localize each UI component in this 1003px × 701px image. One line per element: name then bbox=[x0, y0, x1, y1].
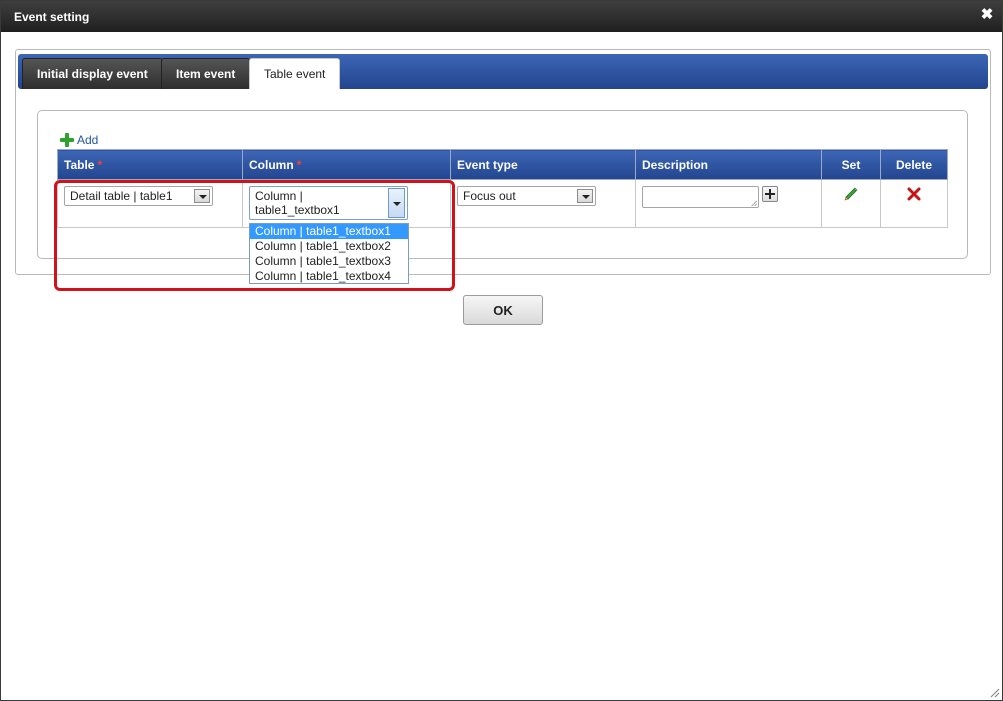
table-select[interactable]: Detail table | table1 bbox=[64, 186, 213, 206]
resize-grip-icon[interactable] bbox=[988, 686, 1000, 698]
cell-delete bbox=[880, 179, 948, 228]
table-header-row: Table * Column * Event type Description Se… bbox=[57, 149, 948, 180]
required-marker: * bbox=[296, 157, 302, 172]
cell-description bbox=[635, 179, 822, 228]
add-button[interactable]: Add bbox=[60, 133, 98, 147]
event-type-select[interactable]: Focus out bbox=[457, 186, 596, 206]
delete-icon[interactable] bbox=[906, 186, 922, 202]
expand-plus-icon[interactable] bbox=[762, 186, 778, 202]
column-dropdown-list: Column | table1_textbox1 Column | table1… bbox=[249, 223, 409, 284]
event-table: Table * Column * Event type Description Se… bbox=[57, 149, 948, 228]
cell-column: Column | table1_textbox1 bbox=[242, 179, 451, 228]
dropdown-option[interactable]: Column | table1_textbox4 bbox=[250, 269, 408, 284]
ok-button[interactable]: OK bbox=[463, 295, 543, 325]
table-select-value: Detail table | table1 bbox=[70, 189, 173, 203]
event-type-select-value: Focus out bbox=[463, 189, 516, 203]
chevron-down-icon[interactable] bbox=[194, 189, 210, 203]
dropdown-option[interactable]: Column | table1_textbox2 bbox=[250, 239, 408, 254]
tab-item-event[interactable]: Item event bbox=[161, 58, 251, 89]
chevron-down-icon[interactable] bbox=[388, 188, 405, 218]
pencil-icon[interactable] bbox=[843, 186, 859, 202]
table-row: Detail table | table1 Column | table1_te… bbox=[57, 179, 948, 228]
close-icon[interactable]: ✖ bbox=[980, 7, 994, 22]
cell-set bbox=[821, 179, 881, 228]
table-event-panel: Add Table * Column * Event type Descript… bbox=[37, 110, 968, 259]
required-marker: * bbox=[97, 157, 103, 172]
dropdown-option[interactable]: Column | table1_textbox3 bbox=[250, 254, 408, 269]
tab-panel: Initial display event Item event Table e… bbox=[15, 49, 991, 275]
plus-icon bbox=[60, 133, 74, 147]
tab-bar: Initial display event Item event Table e… bbox=[18, 54, 988, 89]
header-description: Description bbox=[635, 149, 822, 180]
header-table: Table * bbox=[57, 149, 243, 180]
dropdown-option[interactable]: Column | table1_textbox1 bbox=[250, 224, 408, 239]
tab-initial-display-event[interactable]: Initial display event bbox=[22, 58, 163, 89]
add-label: Add bbox=[77, 133, 99, 147]
description-input[interactable] bbox=[642, 186, 759, 208]
cell-event-type: Focus out bbox=[450, 179, 636, 228]
tab-table-event[interactable]: Table event bbox=[249, 58, 341, 89]
dialog-title: Event setting bbox=[14, 10, 90, 24]
cell-table: Detail table | table1 bbox=[57, 179, 243, 228]
header-delete: Delete bbox=[880, 149, 948, 180]
column-select[interactable]: Column | table1_textbox1 bbox=[249, 186, 408, 220]
dialog-titlebar[interactable]: Event setting ✖ bbox=[1, 1, 1002, 32]
header-column: Column * bbox=[242, 149, 451, 180]
chevron-down-icon[interactable] bbox=[577, 189, 593, 203]
header-set: Set bbox=[821, 149, 881, 180]
event-setting-dialog: Event setting ✖ Initial display event It… bbox=[0, 0, 1003, 701]
column-select-value: Column | table1_textbox1 bbox=[255, 189, 340, 217]
header-event-type: Event type bbox=[450, 149, 636, 180]
